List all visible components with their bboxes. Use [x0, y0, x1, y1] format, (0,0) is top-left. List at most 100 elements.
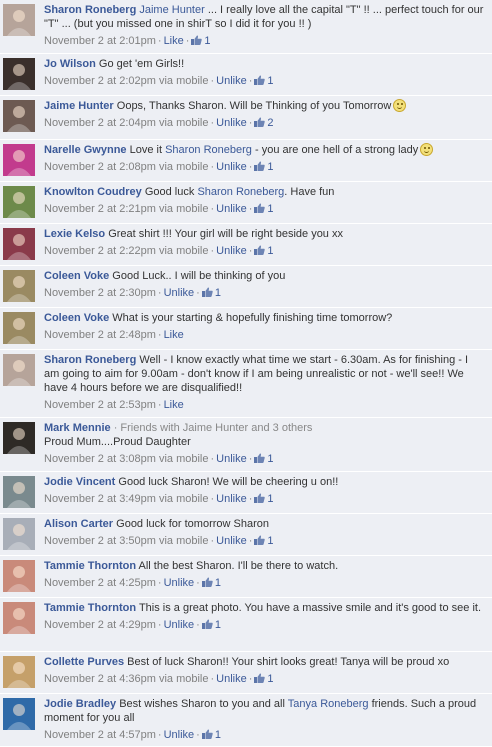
author-link[interactable]: Jodie Vincent	[44, 476, 115, 488]
mention-link[interactable]: Jaime Hunter	[139, 4, 204, 16]
mention-link[interactable]: Sharon Roneberg	[197, 186, 284, 198]
unlike-button[interactable]: Unlike	[164, 619, 195, 631]
unlike-button[interactable]: Unlike	[216, 493, 247, 505]
avatar[interactable]	[3, 4, 35, 36]
avatar[interactable]	[3, 698, 35, 730]
timestamp[interactable]: November 2 at 2:21pm via mobile	[44, 203, 208, 215]
like-count[interactable]: 1	[254, 453, 274, 465]
unlike-button[interactable]: Unlike	[216, 245, 247, 257]
author-link[interactable]: Sharon Roneberg	[44, 4, 136, 16]
author-link[interactable]: Tammie Thornton	[44, 602, 136, 614]
avatar[interactable]	[3, 354, 35, 386]
comment-meta: November 2 at 2:08pm via mobile · Unlike · 1	[44, 160, 484, 174]
author-link[interactable]: Mark Mennie	[44, 422, 111, 434]
timestamp[interactable]: November 2 at 3:50pm via mobile	[44, 535, 208, 547]
like-count[interactable]: 2	[254, 117, 274, 129]
like-count[interactable]: 1	[254, 493, 274, 505]
comment-body: Coleen Voke What is your starting & hope…	[44, 311, 484, 342]
author-link[interactable]: Collette Purves	[44, 656, 124, 668]
comment-meta: November 2 at 4:29pm · Unlike · 1	[44, 618, 484, 632]
like-button[interactable]: Like	[164, 35, 184, 47]
unlike-button[interactable]: Unlike	[216, 535, 247, 547]
separator-dot: ·	[248, 535, 253, 547]
like-count-number: 1	[214, 577, 221, 589]
like-button[interactable]: Like	[164, 399, 184, 411]
comment-meta: November 2 at 2:21pm via mobile · Unlike · 1	[44, 202, 484, 216]
separator-dot: ·	[157, 35, 162, 47]
timestamp[interactable]: November 2 at 2:22pm via mobile	[44, 245, 208, 257]
like-count[interactable]: 1	[254, 245, 274, 257]
avatar[interactable]	[3, 656, 35, 688]
unlike-button[interactable]: Unlike	[164, 577, 195, 589]
timestamp[interactable]: November 2 at 4:29pm	[44, 619, 156, 631]
author-link[interactable]: Coleen Voke	[44, 312, 109, 324]
author-link[interactable]: Lexie Kelso	[44, 228, 105, 240]
avatar[interactable]	[3, 100, 35, 132]
comment-text: Good luck	[144, 186, 198, 198]
like-count[interactable]: 1	[201, 287, 221, 299]
avatar[interactable]	[3, 270, 35, 302]
avatar[interactable]	[3, 602, 35, 634]
like-count[interactable]: 1	[254, 75, 274, 87]
separator-dot: ·	[210, 673, 215, 685]
timestamp[interactable]: November 2 at 2:53pm	[44, 399, 156, 411]
timestamp[interactable]: November 2 at 2:02pm via mobile	[44, 75, 208, 87]
avatar[interactable]	[3, 58, 35, 90]
unlike-button[interactable]: Unlike	[216, 161, 247, 173]
timestamp[interactable]: November 2 at 2:01pm	[44, 35, 156, 47]
comment-meta: November 2 at 3:50pm via mobile · Unlike · 1	[44, 534, 484, 548]
avatar[interactable]	[3, 312, 35, 344]
unlike-button[interactable]: Unlike	[216, 453, 247, 465]
like-count[interactable]: 1	[254, 161, 274, 173]
unlike-button[interactable]: Unlike	[164, 729, 195, 741]
comment-text: Proud Mum....Proud Daughter	[44, 436, 191, 448]
unlike-button[interactable]: Unlike	[164, 287, 195, 299]
like-count[interactable]: 1	[201, 619, 221, 631]
avatar[interactable]	[3, 144, 35, 176]
timestamp[interactable]: November 2 at 4:25pm	[44, 577, 156, 589]
timestamp[interactable]: November 2 at 2:30pm	[44, 287, 156, 299]
author-link[interactable]: Coleen Voke	[44, 270, 109, 282]
like-count-number: 1	[267, 535, 274, 547]
unlike-button[interactable]: Unlike	[216, 673, 247, 685]
comment-item: Jodie Vincent Good luck Sharon! We will …	[0, 472, 492, 514]
like-count[interactable]: 1	[254, 535, 274, 547]
comment-meta: November 2 at 2:02pm via mobile · Unlike · 1	[44, 74, 484, 88]
mention-link[interactable]: Tanya Roneberg	[288, 698, 369, 710]
mention-link[interactable]: Sharon Roneberg	[165, 144, 252, 156]
timestamp[interactable]: November 2 at 2:08pm via mobile	[44, 161, 208, 173]
comment-body: Sharon Roneberg Jaime Hunter ... I reall…	[44, 3, 484, 48]
author-link[interactable]: Sharon Roneberg	[44, 354, 136, 366]
avatar[interactable]	[3, 422, 35, 454]
unlike-button[interactable]: Unlike	[216, 117, 247, 129]
timestamp[interactable]: November 2 at 3:49pm via mobile	[44, 493, 208, 505]
author-link[interactable]: Jo Wilson	[44, 58, 96, 70]
author-link[interactable]: Narelle Gwynne	[44, 144, 127, 156]
timestamp[interactable]: November 2 at 2:04pm via mobile	[44, 117, 208, 129]
avatar[interactable]	[3, 518, 35, 550]
like-count-number: 1	[267, 673, 274, 685]
unlike-button[interactable]: Unlike	[216, 75, 247, 87]
avatar[interactable]	[3, 186, 35, 218]
author-link[interactable]: Jaime Hunter	[44, 100, 114, 112]
like-count[interactable]: 1	[254, 673, 274, 685]
like-count[interactable]: 1	[191, 35, 211, 47]
avatar[interactable]	[3, 476, 35, 508]
thumbs-up-icon	[254, 493, 266, 503]
like-button[interactable]: Like	[164, 329, 184, 341]
timestamp[interactable]: November 2 at 2:48pm	[44, 329, 156, 341]
author-link[interactable]: Tammie Thornton	[44, 560, 136, 572]
author-link[interactable]: Alison Carter	[44, 518, 113, 530]
unlike-button[interactable]: Unlike	[216, 203, 247, 215]
timestamp[interactable]: November 2 at 4:57pm	[44, 729, 156, 741]
timestamp[interactable]: November 2 at 3:08pm via mobile	[44, 453, 208, 465]
like-count[interactable]: 1	[201, 577, 221, 589]
separator-dot: ·	[210, 117, 215, 129]
avatar[interactable]	[3, 228, 35, 260]
avatar[interactable]	[3, 560, 35, 592]
timestamp[interactable]: November 2 at 4:36pm via mobile	[44, 673, 208, 685]
author-link[interactable]: Knowlton Coudrey	[44, 186, 142, 198]
like-count[interactable]: 1	[254, 203, 274, 215]
author-link[interactable]: Jodie Bradley	[44, 698, 116, 710]
like-count[interactable]: 1	[201, 729, 221, 741]
